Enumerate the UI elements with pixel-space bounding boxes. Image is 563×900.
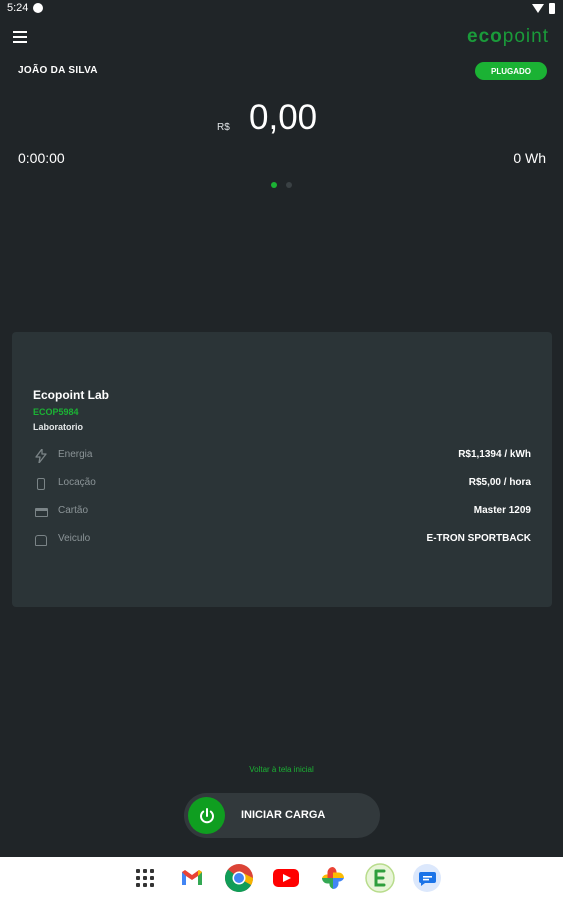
youtube-icon[interactable] bbox=[271, 863, 301, 893]
start-charge-button[interactable]: INICIAR CARGA bbox=[184, 793, 380, 838]
energy-delivered: 0 Wh bbox=[513, 150, 546, 166]
info-row-vehicle: Veiculo E-TRON SPORTBACK bbox=[33, 531, 531, 549]
info-value: E-TRON SPORTBACK bbox=[426, 533, 531, 544]
status-time: 5:24 bbox=[7, 2, 29, 14]
info-label: Energia bbox=[58, 449, 93, 460]
status-indicators bbox=[532, 3, 555, 14]
info-value: Master 1209 bbox=[473, 505, 531, 516]
info-label: Veiculo bbox=[58, 533, 91, 544]
ecopoint-icon[interactable] bbox=[365, 863, 395, 893]
vehicle-icon bbox=[33, 532, 49, 548]
currency-symbol: R$ bbox=[217, 122, 230, 133]
battery-icon bbox=[549, 3, 555, 14]
page-dot-active[interactable] bbox=[271, 182, 277, 188]
apps-grid-icon[interactable] bbox=[130, 863, 160, 893]
page-dot[interactable] bbox=[286, 182, 292, 188]
location-icon bbox=[33, 476, 49, 492]
info-label: Cartão bbox=[58, 505, 89, 516]
chrome-icon[interactable] bbox=[224, 863, 254, 893]
plug-status-badge: PLUGADO bbox=[475, 62, 547, 80]
menu-icon[interactable] bbox=[13, 31, 27, 43]
info-value: R$5,00 / hora bbox=[468, 477, 531, 488]
info-row-location: Locação R$5,00 / hora bbox=[33, 475, 531, 493]
station-category: Laboratorio bbox=[33, 422, 84, 432]
station-id: ECOP5984 bbox=[33, 407, 79, 417]
info-value: R$1,1394 / kWh bbox=[458, 449, 531, 460]
messages-icon[interactable] bbox=[412, 863, 442, 893]
charge-amount: 0,00 bbox=[249, 98, 318, 137]
gmail-icon[interactable] bbox=[177, 863, 207, 893]
back-to-home-link[interactable]: Voltar à tela inicial bbox=[0, 765, 563, 774]
info-row-card: Cartão Master 1209 bbox=[33, 503, 531, 521]
photos-icon[interactable] bbox=[318, 863, 348, 893]
power-icon bbox=[188, 797, 225, 834]
info-row-energy: Energia R$1,1394 / kWh bbox=[33, 447, 531, 465]
station-card: Ecopoint Lab ECOP5984 Laboratorio Energi… bbox=[12, 332, 552, 607]
start-charge-label: INICIAR CARGA bbox=[241, 809, 326, 821]
station-name: Ecopoint Lab bbox=[33, 388, 109, 402]
page-indicator bbox=[271, 182, 292, 188]
ecopoint-logo: ecopoint bbox=[467, 26, 549, 47]
elapsed-time: 0:00:00 bbox=[18, 150, 65, 166]
lightning-icon bbox=[33, 448, 49, 464]
status-bar: 5:24 bbox=[0, 0, 563, 18]
user-name: JOÃO DA SILVA bbox=[18, 65, 98, 76]
info-label: Locação bbox=[58, 477, 96, 488]
notification-app-icon bbox=[33, 3, 43, 13]
card-icon bbox=[33, 504, 49, 520]
wifi-icon bbox=[532, 4, 544, 13]
app-dock bbox=[0, 857, 563, 900]
